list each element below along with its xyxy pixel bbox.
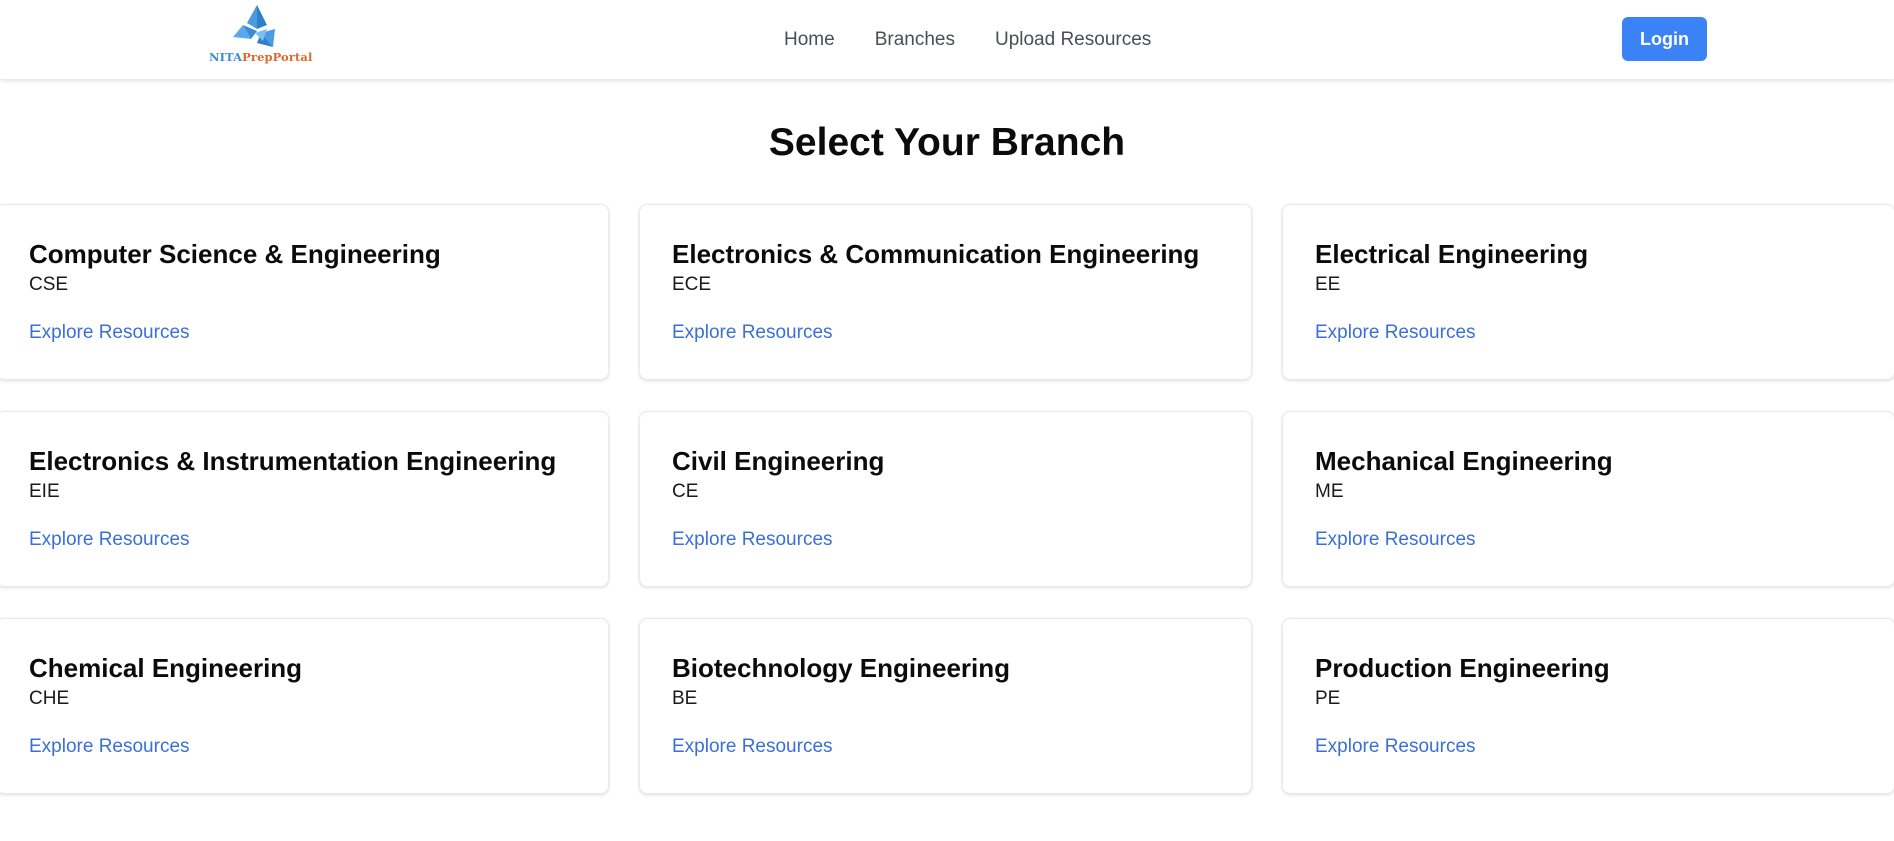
- branch-name: Biotechnology Engineering: [672, 653, 1011, 683]
- branch-code: BE: [672, 688, 698, 709]
- branch-grid: Computer Science & Engineering CSE Explo…: [0, 204, 1894, 794]
- explore-resources-link[interactable]: Explore Resources: [29, 528, 190, 552]
- triangle-logo-icon: [233, 5, 275, 47]
- branch-name: Electronics & Instrumentation Engineerin…: [29, 446, 557, 476]
- branch-card-ce: Civil Engineering CE Explore Resources: [639, 411, 1252, 587]
- branch-code: PE: [1315, 688, 1341, 709]
- nav-upload-resources-link[interactable]: Upload Resources: [995, 29, 1151, 51]
- login-button[interactable]: Login: [1622, 17, 1707, 61]
- branch-name: Electronics & Communication Engineering: [672, 239, 1200, 269]
- logo-text-part2: PrepPortal: [242, 50, 313, 64]
- branch-name: Chemical Engineering: [29, 653, 303, 683]
- logo[interactable]: NITAPrepPortal: [207, 3, 312, 65]
- nav-home-link[interactable]: Home: [784, 29, 835, 51]
- navbar: NITAPrepPortal Home Branches Upload Reso…: [0, 0, 1894, 79]
- branch-card-pe: Production Engineering PE Explore Resour…: [1282, 618, 1894, 794]
- branch-name: Mechanical Engineering: [1315, 446, 1613, 476]
- nav-branches-link[interactable]: Branches: [875, 29, 955, 51]
- page-title: Select Your Branch: [768, 121, 1126, 164]
- explore-resources-link[interactable]: Explore Resources: [1315, 735, 1476, 759]
- branch-card-ece: Electronics & Communication Engineering …: [639, 204, 1252, 380]
- branch-card-cse: Computer Science & Engineering CSE Explo…: [0, 204, 609, 380]
- branch-code: EIE: [29, 481, 60, 502]
- branch-card-be: Biotechnology Engineering BE Explore Res…: [639, 618, 1252, 794]
- branch-card-me: Mechanical Engineering ME Explore Resour…: [1282, 411, 1894, 587]
- explore-resources-link[interactable]: Explore Resources: [672, 735, 833, 759]
- explore-resources-link[interactable]: Explore Resources: [672, 321, 833, 345]
- logo-text-part1: NITA: [209, 50, 243, 64]
- branch-card-che: Chemical Engineering CHE Explore Resourc…: [0, 618, 609, 794]
- branch-code: CE: [672, 481, 699, 502]
- logo-text: NITAPrepPortal: [209, 50, 312, 64]
- main-nav: Home Branches Upload Resources: [784, 0, 1191, 79]
- branch-name: Civil Engineering: [672, 446, 885, 476]
- branch-card-eie: Electronics & Instrumentation Engineerin…: [0, 411, 609, 587]
- branch-name: Electrical Engineering: [1315, 239, 1589, 269]
- explore-resources-link[interactable]: Explore Resources: [1315, 321, 1476, 345]
- branch-code: CHE: [29, 688, 70, 709]
- branch-card-ee: Electrical Engineering EE Explore Resour…: [1282, 204, 1894, 380]
- explore-resources-link[interactable]: Explore Resources: [672, 528, 833, 552]
- branch-code: EE: [1315, 274, 1341, 295]
- branch-code: CSE: [29, 274, 69, 295]
- explore-resources-link[interactable]: Explore Resources: [1315, 528, 1476, 552]
- explore-resources-link[interactable]: Explore Resources: [29, 321, 190, 345]
- branch-name: Production Engineering: [1315, 653, 1610, 683]
- branch-code: ECE: [672, 274, 712, 295]
- branch-code: ME: [1315, 481, 1344, 502]
- explore-resources-link[interactable]: Explore Resources: [29, 735, 190, 759]
- branch-name: Computer Science & Engineering: [29, 239, 441, 269]
